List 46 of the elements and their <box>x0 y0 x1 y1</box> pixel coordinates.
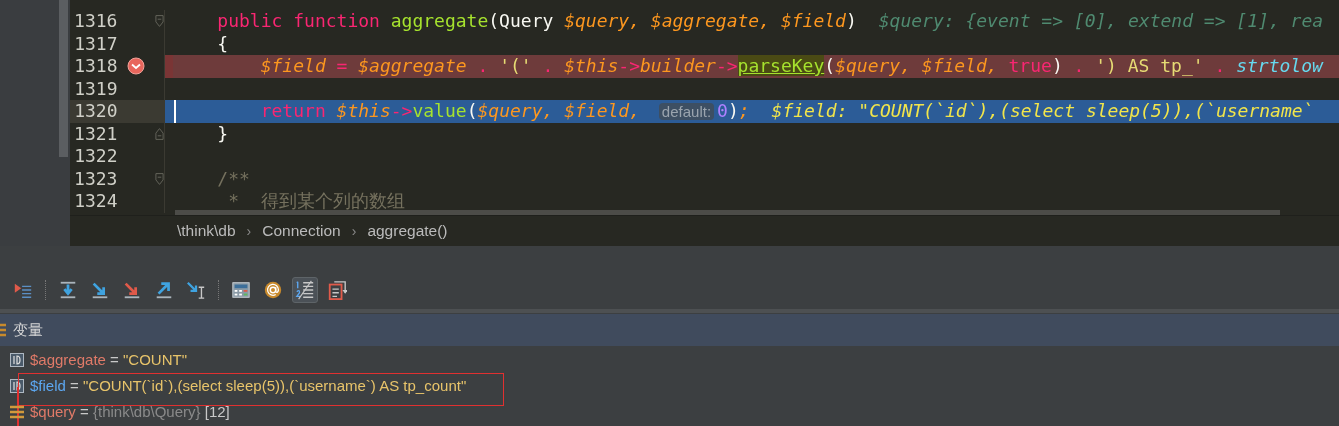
variable-text: $field = "COUNT(`id`),(select sleep(5)),(`username`) AS tp_count" <box>30 375 467 396</box>
fold-icon <box>155 126 164 141</box>
line-number: 1319 <box>73 77 118 100</box>
variable-text: $query = {think\db\Query} [12] <box>30 401 230 422</box>
run-to-cursor-icon <box>186 279 206 301</box>
numbered-list-icon <box>295 279 315 301</box>
code-text: $field = $aggregate . '(' . $this->builder->parseKey($query, $field, true) . ') AS tp_' . strtolow <box>259 55 1323 76</box>
calculator-icon <box>231 279 251 301</box>
step-out-icon <box>154 279 174 301</box>
line-number: 1316 <box>73 10 118 33</box>
code-text: * 得到某个列的数组 <box>227 190 405 211</box>
breadcrumb-item[interactable]: aggregate() <box>367 219 448 243</box>
clipboard-icon <box>327 279 347 301</box>
list-icon <box>0 323 6 337</box>
string-icon <box>10 353 24 367</box>
variable-text: $aggregate = "COUNT" <box>30 349 187 370</box>
line-number: 1318 <box>73 55 118 78</box>
fold-icon <box>155 14 164 29</box>
code-text: 0); <box>717 100 750 121</box>
code-text: public function aggregate(Query $query, $aggregate, $field) <box>216 10 857 31</box>
step-over-icon <box>58 279 78 301</box>
horizontal-scrollbar[interactable] <box>175 210 1280 215</box>
leader-line <box>17 387 19 426</box>
numbered-list-button[interactable] <box>292 277 318 303</box>
breadcrumb-item[interactable]: \think\db <box>177 219 236 243</box>
scrollbar-thumb[interactable] <box>59 0 68 157</box>
line-number: 1320 <box>73 100 118 123</box>
code-text: { <box>216 32 229 54</box>
inline-value-hint: $field: "COUNT(`id`),(select sleep(5)),(`username` <box>771 100 1314 121</box>
line-number: 1322 <box>73 145 118 168</box>
breadcrumb-item[interactable]: Connection <box>262 219 341 243</box>
inline-value-hint: $query: {event => [0], extend => [1], rea <box>878 10 1324 31</box>
line-number: 1317 <box>73 32 118 55</box>
line-number: 1323 <box>73 167 118 190</box>
line-number: 1324 <box>73 190 118 213</box>
parameter-hint: default: <box>658 103 715 120</box>
code-text: } <box>216 122 229 144</box>
panel-title: 变量 <box>13 319 43 340</box>
code-text: /** <box>216 167 250 189</box>
line-number: 1321 <box>73 122 118 145</box>
breadcrumb-separator: › <box>246 221 252 241</box>
fold-icon <box>155 171 164 186</box>
breadcrumb-separator: › <box>351 221 357 241</box>
code-text: return $this->value($query, $field, <box>259 100 642 121</box>
at-sign-icon <box>263 279 283 301</box>
object-icon <box>10 405 24 419</box>
